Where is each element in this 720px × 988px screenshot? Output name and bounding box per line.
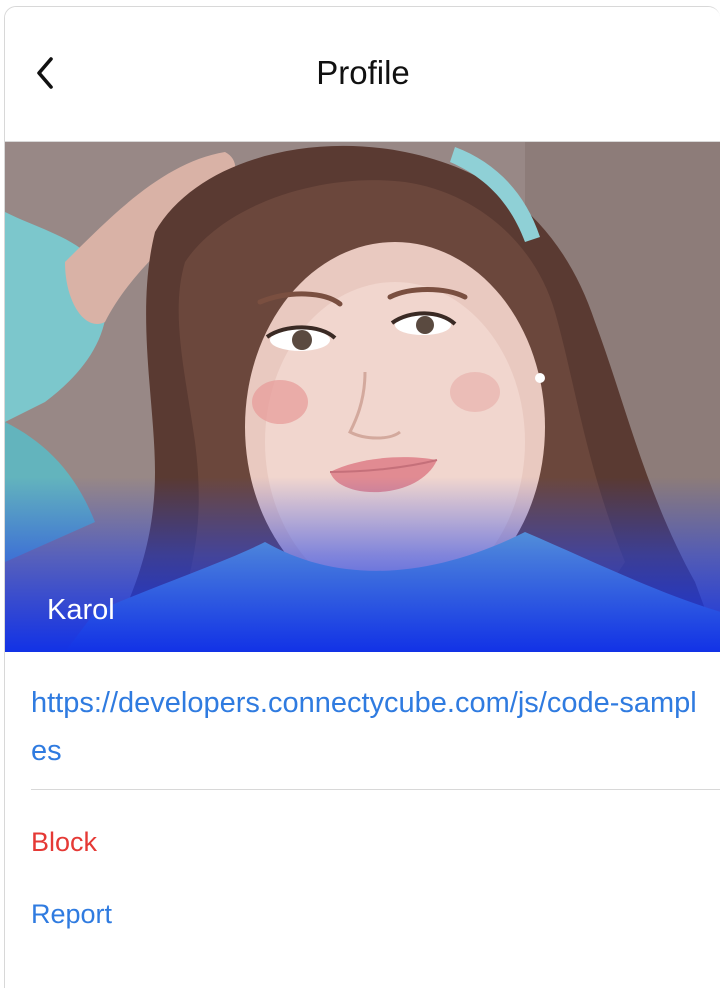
profile-photo: Karol — [5, 142, 720, 652]
page-title: Profile — [316, 54, 410, 91]
divider — [31, 789, 720, 790]
header-bar: Profile — [5, 7, 720, 142]
profile-name: Karol — [47, 594, 115, 626]
report-button[interactable]: Report — [31, 899, 112, 930]
block-button[interactable]: Block — [31, 827, 97, 858]
profile-screen: Profile Karol https://developers.connect… — [4, 6, 720, 988]
profile-link[interactable]: https://developers.connectycube.com/js/c… — [31, 679, 711, 775]
